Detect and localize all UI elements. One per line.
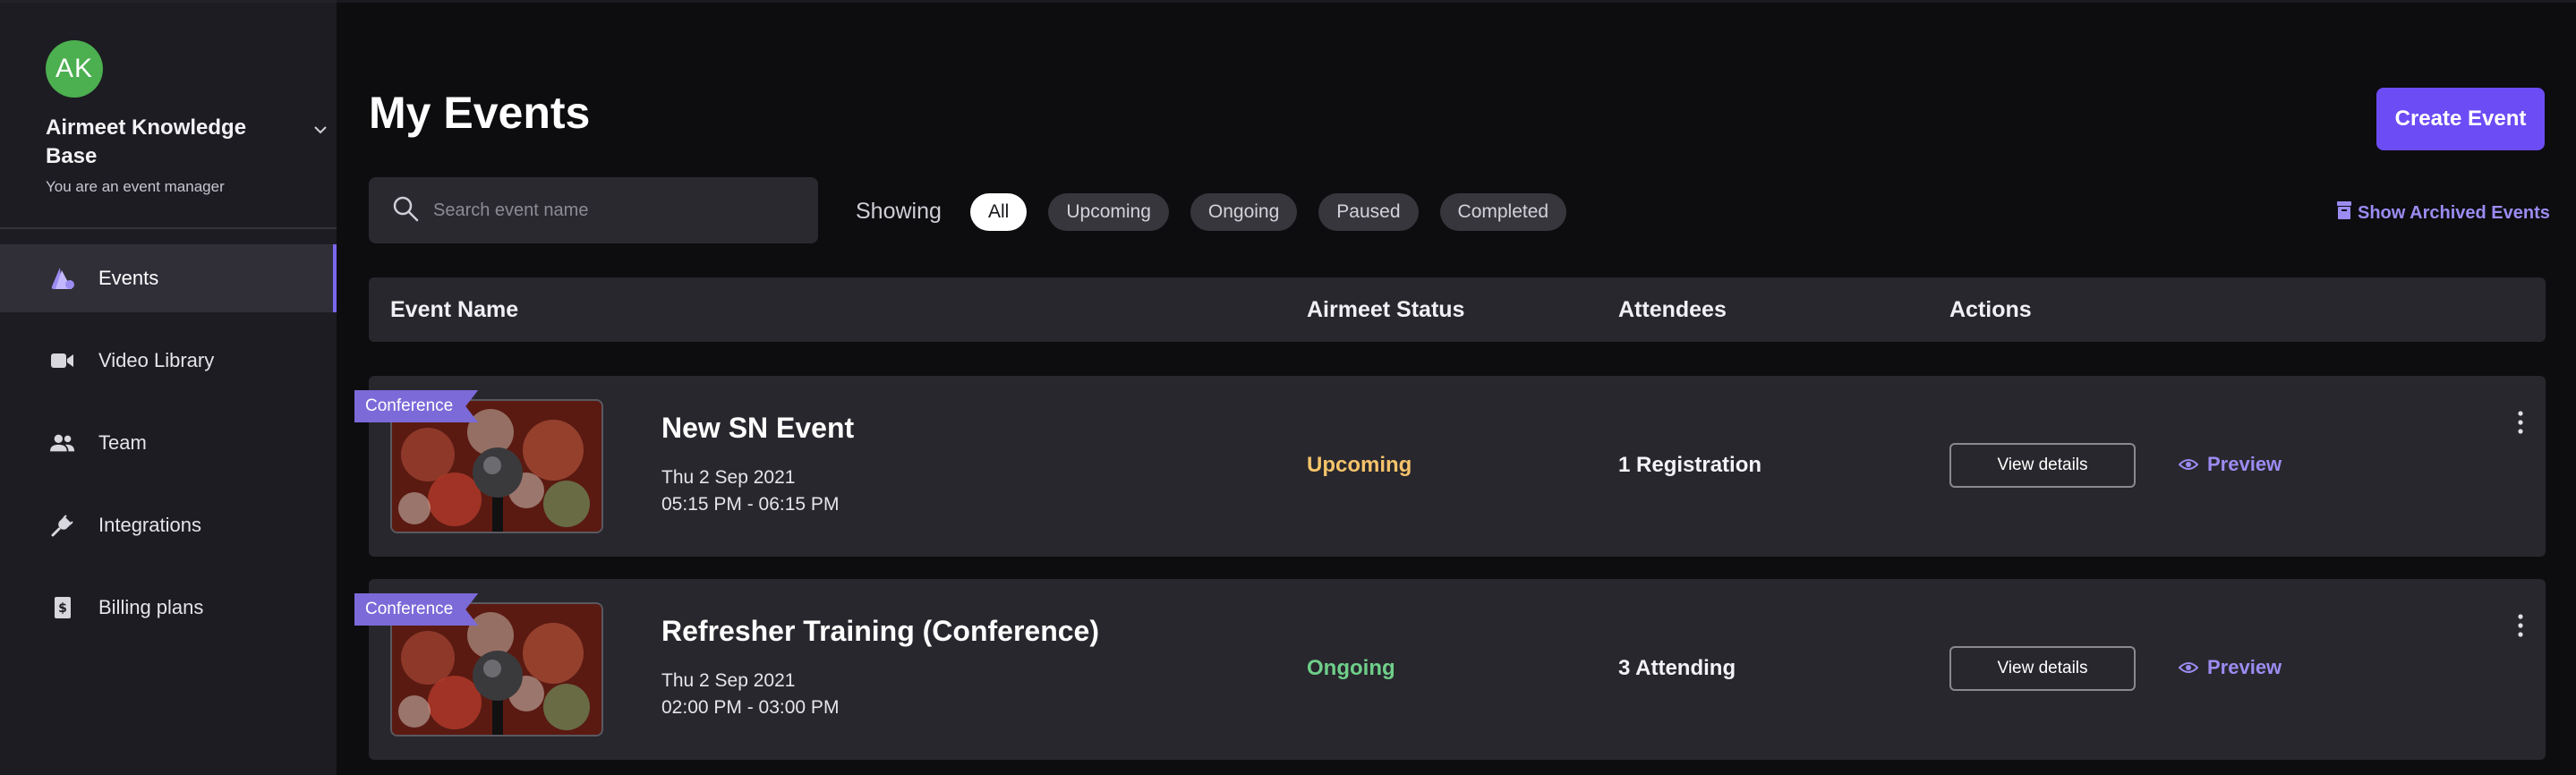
org-name[interactable]: Airmeet Knowledge Base [46, 114, 278, 171]
main-content: My Events Create Event Showing All Upcom… [337, 0, 2576, 775]
sidebar-nav: Events Video Library Team Integrations $… [0, 244, 337, 656]
filter-ongoing[interactable]: Ongoing [1190, 193, 1298, 231]
view-details-button[interactable]: View details [1949, 646, 2136, 691]
attendees-count: 3 Attending [1618, 656, 1736, 680]
preview-link[interactable]: Preview [2178, 453, 2282, 476]
team-icon [50, 430, 75, 456]
archived-label: Show Archived Events [2358, 202, 2550, 223]
preview-label: Preview [2207, 656, 2282, 678]
filter-completed[interactable]: Completed [1439, 193, 1567, 231]
status-badge: Upcoming [1307, 453, 1412, 477]
sidebar: AK Airmeet Knowledge Base You are an eve… [0, 0, 337, 775]
event-time: 05:15 PM - 06:15 PM [661, 494, 840, 515]
archive-icon [2336, 200, 2352, 226]
sidebar-item-integrations[interactable]: Integrations [0, 491, 337, 559]
plug-icon [50, 513, 75, 538]
sidebar-item-label: Video Library [98, 349, 215, 371]
column-actions: Actions [1949, 296, 2032, 322]
event-date: Thu 2 Sep 2021 [661, 670, 796, 691]
sidebar-item-label: Integrations [98, 514, 201, 536]
column-attendees: Attendees [1618, 296, 1727, 322]
svg-text:$: $ [58, 601, 67, 616]
search-input[interactable] [433, 200, 809, 221]
column-event-name: Event Name [390, 296, 519, 322]
page-title: My Events [369, 88, 591, 138]
more-options-icon[interactable] [2510, 406, 2531, 439]
status-filters: All Upcoming Ongoing Paused Completed [970, 193, 1567, 231]
event-time: 02:00 PM - 03:00 PM [661, 697, 840, 718]
attendees-count: 1 Registration [1618, 453, 1762, 477]
eye-icon [2178, 656, 2199, 679]
filter-all[interactable]: All [970, 193, 1028, 231]
show-archived-events-link[interactable]: Show Archived Events [2336, 200, 2550, 226]
showing-label: Showing [856, 199, 942, 224]
billing-icon: $ [50, 595, 75, 620]
table-row[interactable]: Conference Refresher Training (Conferenc… [369, 579, 2546, 760]
avatar[interactable]: AK [46, 40, 103, 98]
video-icon [50, 348, 75, 373]
sidebar-item-label: Team [98, 431, 147, 454]
search-box[interactable] [369, 177, 818, 243]
event-name[interactable]: New SN Event [661, 412, 854, 445]
event-name[interactable]: Refresher Training (Conference) [661, 615, 1099, 648]
sidebar-item-video-library[interactable]: Video Library [0, 327, 337, 395]
preview-label: Preview [2207, 453, 2282, 475]
events-icon [50, 266, 75, 291]
create-event-button[interactable]: Create Event [2376, 88, 2545, 150]
events-table-header: Event Name Airmeet Status Attendees Acti… [369, 277, 2546, 342]
status-badge: Ongoing [1307, 656, 1395, 680]
eye-icon [2178, 453, 2199, 476]
conference-tag: Conference [354, 593, 478, 626]
sidebar-item-events[interactable]: Events [0, 244, 337, 312]
column-airmeet-status: Airmeet Status [1307, 296, 1465, 322]
app-root: AK Airmeet Knowledge Base You are an eve… [0, 0, 2576, 775]
chevron-down-icon[interactable] [310, 119, 331, 141]
filter-upcoming[interactable]: Upcoming [1048, 193, 1169, 231]
filter-paused[interactable]: Paused [1318, 193, 1419, 231]
sidebar-item-label: Billing plans [98, 596, 204, 618]
more-options-icon[interactable] [2510, 609, 2531, 642]
view-details-button[interactable]: View details [1949, 443, 2136, 488]
event-date: Thu 2 Sep 2021 [661, 467, 796, 488]
sidebar-item-label: Events [98, 267, 159, 289]
table-row[interactable]: Conference New SN Event Thu 2 Sep 2021 0… [369, 376, 2546, 557]
conference-tag: Conference [354, 390, 478, 422]
sidebar-item-team[interactable]: Team [0, 409, 337, 477]
preview-link[interactable]: Preview [2178, 656, 2282, 679]
org-role: You are an event manager [46, 178, 225, 195]
sidebar-divider [0, 227, 337, 229]
search-icon [392, 195, 419, 226]
sidebar-item-billing-plans[interactable]: $ Billing plans [0, 574, 337, 642]
